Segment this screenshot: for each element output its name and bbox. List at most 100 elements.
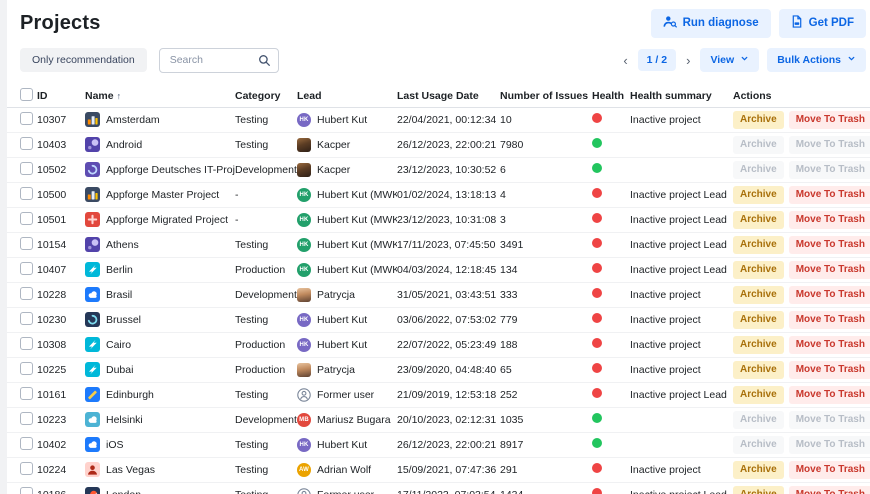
archive-button[interactable]: Archive bbox=[733, 310, 784, 329]
last-usage-date: 26/12/2023, 22:00:21 bbox=[397, 138, 497, 151]
column-header-actions: Actions bbox=[733, 89, 772, 102]
column-header-id[interactable]: ID bbox=[37, 90, 85, 102]
row-checkbox[interactable] bbox=[20, 311, 33, 325]
project-name[interactable]: Appforge Deutsches IT-Projekt bbox=[106, 164, 235, 176]
only-recommendation-button[interactable]: Only recommendation bbox=[20, 47, 147, 73]
column-header-number-of-issues[interactable]: Number of Issues bbox=[500, 90, 592, 102]
toolbar: Only recommendation ‹ 1 / 2 › View Bulk … bbox=[0, 40, 870, 85]
project-id: 10228 bbox=[37, 288, 67, 301]
lead-avatar: HK bbox=[297, 237, 311, 252]
project-id: 10225 bbox=[37, 363, 67, 376]
move-to-trash-button[interactable]: Move To Trash bbox=[788, 360, 870, 379]
row-checkbox[interactable] bbox=[20, 261, 33, 275]
row-checkbox[interactable] bbox=[20, 186, 33, 200]
archive-button[interactable]: Archive bbox=[733, 485, 784, 494]
project-name[interactable]: Cairo bbox=[106, 339, 131, 351]
column-header-lead[interactable]: Lead bbox=[297, 90, 397, 102]
move-to-trash-button[interactable]: Move To Trash bbox=[788, 235, 870, 254]
health-indicator bbox=[592, 413, 602, 423]
row-checkbox[interactable] bbox=[20, 286, 33, 300]
move-to-trash-button[interactable]: Move To Trash bbox=[788, 185, 870, 204]
move-to-trash-button: Move To Trash bbox=[788, 160, 870, 179]
run-diagnose-label: Run diagnose bbox=[682, 16, 759, 29]
view-label: View bbox=[710, 53, 735, 66]
row-checkbox[interactable] bbox=[20, 361, 33, 375]
row-checkbox[interactable] bbox=[20, 111, 33, 125]
get-pdf-button[interactable]: Get PDF bbox=[778, 9, 866, 38]
archive-button[interactable]: Archive bbox=[733, 235, 784, 254]
table-row: 10403 Android Testing Kacper 26/12/2023,… bbox=[0, 133, 870, 158]
lead-avatar bbox=[297, 362, 311, 377]
column-header-category[interactable]: Category bbox=[235, 90, 297, 102]
select-all-checkbox[interactable] bbox=[20, 87, 33, 101]
project-name[interactable]: Edinburgh bbox=[106, 389, 154, 401]
move-to-trash-button[interactable]: Move To Trash bbox=[788, 485, 870, 494]
archive-button[interactable]: Archive bbox=[733, 185, 784, 204]
move-to-trash-button[interactable]: Move To Trash bbox=[788, 210, 870, 229]
lead-avatar bbox=[297, 137, 311, 152]
row-checkbox[interactable] bbox=[20, 161, 33, 175]
archive-button[interactable]: Archive bbox=[733, 360, 784, 379]
project-name[interactable]: London bbox=[106, 489, 141, 494]
previous-page-button[interactable]: ‹ bbox=[621, 53, 629, 68]
move-to-trash-button[interactable]: Move To Trash bbox=[788, 310, 870, 329]
column-header-last-usage-date[interactable]: Last Usage Date bbox=[397, 90, 500, 102]
project-lead: HK Hubert Kut bbox=[297, 312, 397, 327]
view-dropdown[interactable]: View bbox=[700, 48, 760, 72]
lead-name: Kacper bbox=[317, 138, 351, 151]
archive-button[interactable]: Archive bbox=[733, 110, 784, 129]
move-to-trash-button[interactable]: Move To Trash bbox=[788, 285, 870, 304]
table-row: 10502 Appforge Deutsches IT-Projekt Deve… bbox=[0, 158, 870, 183]
move-to-trash-button[interactable]: Move To Trash bbox=[788, 460, 870, 479]
row-checkbox[interactable] bbox=[20, 336, 33, 350]
row-checkbox[interactable] bbox=[20, 411, 33, 425]
column-header-health-summary[interactable]: Health summary bbox=[630, 90, 733, 102]
move-to-trash-button[interactable]: Move To Trash bbox=[788, 385, 870, 404]
archive-button[interactable]: Archive bbox=[733, 260, 784, 279]
project-name[interactable]: iOS bbox=[106, 439, 124, 451]
archive-button[interactable]: Archive bbox=[733, 460, 784, 479]
project-id: 10500 bbox=[37, 188, 67, 201]
column-header-name[interactable]: Name ↑ bbox=[85, 90, 235, 102]
move-to-trash-button[interactable]: Move To Trash bbox=[788, 260, 870, 279]
lead-name: Adrian Wolf bbox=[317, 463, 372, 476]
row-checkbox[interactable] bbox=[20, 386, 33, 400]
search-input[interactable] bbox=[158, 47, 279, 73]
project-name[interactable]: Berlin bbox=[106, 264, 133, 276]
pdf-file-icon bbox=[791, 15, 803, 32]
move-to-trash-button[interactable]: Move To Trash bbox=[788, 110, 870, 129]
archive-button[interactable]: Archive bbox=[733, 385, 784, 404]
project-icon bbox=[85, 262, 100, 277]
next-page-button[interactable]: › bbox=[684, 53, 692, 68]
row-checkbox[interactable] bbox=[20, 461, 33, 475]
column-header-health[interactable]: Health bbox=[592, 90, 630, 102]
archive-button[interactable]: Archive bbox=[733, 335, 784, 354]
page-indicator: 1 / 2 bbox=[637, 49, 677, 71]
archive-button[interactable]: Archive bbox=[733, 285, 784, 304]
row-checkbox[interactable] bbox=[20, 436, 33, 450]
row-checkbox[interactable] bbox=[20, 236, 33, 250]
project-name[interactable]: Appforge Master Project bbox=[106, 189, 219, 201]
project-name[interactable]: Android bbox=[106, 139, 142, 151]
lead-avatar: AW bbox=[297, 462, 311, 477]
project-lead: HK Hubert Kut bbox=[297, 337, 397, 352]
project-name[interactable]: Appforge Migrated Project bbox=[106, 214, 228, 226]
project-name[interactable]: Brussel bbox=[106, 314, 141, 326]
project-name[interactable]: Helsinki bbox=[106, 414, 143, 426]
health-indicator bbox=[592, 338, 602, 348]
project-name[interactable]: Brasil bbox=[106, 289, 132, 301]
last-usage-date: 17/11/2023, 07:03:54 bbox=[397, 489, 500, 494]
project-name[interactable]: Amsterdam bbox=[106, 114, 160, 126]
bulk-actions-dropdown[interactable]: Bulk Actions bbox=[767, 48, 866, 72]
project-name[interactable]: Dubai bbox=[106, 364, 133, 376]
project-id: 10186 bbox=[37, 489, 85, 494]
move-to-trash-button[interactable]: Move To Trash bbox=[788, 335, 870, 354]
row-checkbox[interactable] bbox=[20, 136, 33, 150]
project-name[interactable]: Las Vegas bbox=[106, 464, 155, 476]
last-usage-date: 26/12/2023, 22:00:21 bbox=[397, 438, 497, 451]
archive-button[interactable]: Archive bbox=[733, 210, 784, 229]
run-diagnose-button[interactable]: Run diagnose bbox=[650, 9, 771, 38]
row-checkbox[interactable] bbox=[20, 486, 33, 494]
row-checkbox[interactable] bbox=[20, 211, 33, 225]
project-name[interactable]: Athens bbox=[106, 239, 139, 251]
